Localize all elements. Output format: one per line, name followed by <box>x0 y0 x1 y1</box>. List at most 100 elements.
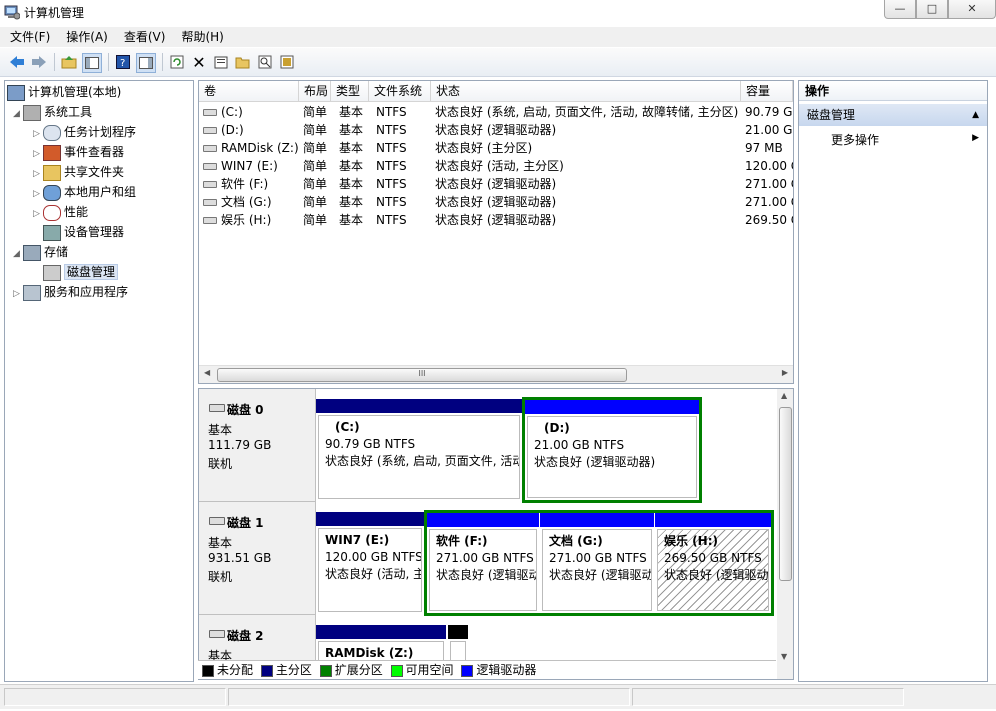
column-type[interactable]: 类型 <box>331 81 369 101</box>
tree-item-local-users[interactable]: ▷ 本地用户和组 <box>33 183 136 201</box>
tree-item-shared-folders[interactable]: ▷ 共享文件夹 <box>33 163 124 181</box>
table-row[interactable]: (C:) 简单 基本 NTFS 状态良好 (系统, 启动, 页面文件, 活动, 故障转储… <box>199 103 793 121</box>
scroll-right-icon[interactable]: ▶ <box>782 368 788 377</box>
tree-item-disk-management[interactable]: 磁盘管理 <box>43 263 119 281</box>
drive-icon <box>203 163 217 170</box>
volume-h[interactable]: 娱乐 (H:)269.50 GB NTFS状态良好 (逻辑驱动器) <box>655 513 771 613</box>
table-row[interactable]: WIN7 (E:) 简单基本 NTFS 状态良好 (活动, 主分区) 120.00 GB <box>199 157 793 175</box>
volume-g[interactable]: 文档 (G:)271.00 GB NTFS状态良好 (逻辑驱动器) <box>540 513 654 613</box>
open-icon[interactable] <box>234 53 252 71</box>
maximize-button[interactable]: □ <box>916 0 948 19</box>
table-row[interactable]: 娱乐 (H:) 简单基本 NTFS 状态良好 (逻辑驱动器) 269.50 GB <box>199 211 793 229</box>
disk-0-label[interactable]: 磁盘 0 基本 111.79 GB 联机 <box>199 389 316 502</box>
cell-status: 状态良好 (系统, 启动, 页面文件, 活动, 故障转储, 主分区) <box>435 105 739 119</box>
cell: NTFS <box>376 139 407 157</box>
tree-item-performance[interactable]: ▷ 性能 <box>33 203 88 221</box>
legend-free: 可用空间 <box>390 661 454 679</box>
cell: 简单 <box>303 139 327 157</box>
actions-header: 操作 <box>799 81 987 101</box>
expand-arrow-icon[interactable]: ▷ <box>33 185 43 203</box>
volume-e[interactable]: WIN7 (E:) 120.00 GB NTFS 状态良好 (活动, 主 <box>316 512 424 614</box>
storage-icon <box>23 244 41 261</box>
up-folder-icon[interactable] <box>60 53 78 71</box>
show-hide-action-icon[interactable] <box>136 53 156 73</box>
title-bar: 计算机管理 — □ ✕ <box>0 0 996 24</box>
status-panel-1 <box>4 688 226 706</box>
collapse-arrow-icon[interactable]: ◢ <box>13 245 23 263</box>
minimize-button[interactable]: — <box>884 0 916 19</box>
column-layout[interactable]: 布局 <box>299 81 331 101</box>
device-manager-icon <box>43 224 61 241</box>
menu-file[interactable]: 文件(F) <box>4 27 56 47</box>
disk-icon <box>209 630 225 638</box>
cell: 基本 <box>339 175 363 193</box>
more-actions[interactable]: 更多操作 <box>831 131 879 149</box>
scroll-down-icon[interactable]: ▼ <box>781 652 787 661</box>
cell: WIN7 (E:) <box>203 157 299 175</box>
close-button[interactable]: ✕ <box>948 0 996 19</box>
volume-f[interactable]: 软件 (F:)271.00 GB NTFS状态良好 (逻辑驱动器) <box>427 513 539 613</box>
menu-view[interactable]: 查看(V) <box>118 27 172 47</box>
scroll-left-icon[interactable]: ◀ <box>204 368 210 377</box>
disk-1-label[interactable]: 磁盘 1 基本 931.51 GB 联机 <box>199 502 316 615</box>
table-row[interactable]: (D:) 简单基本 NTFS 状态良好 (逻辑驱动器) 21.00 GB <box>199 121 793 139</box>
column-status[interactable]: 状态 <box>431 81 741 101</box>
tree-item-services[interactable]: ▷ 服务和应用程序 <box>13 283 128 301</box>
cell: (C:) <box>203 103 299 121</box>
tree-item-storage[interactable]: ◢ 存储 <box>13 243 68 261</box>
scroll-thumb[interactable] <box>779 407 792 581</box>
tree-item-root[interactable]: 计算机管理(本地) <box>7 83 121 101</box>
column-volume[interactable]: 卷 <box>199 81 299 101</box>
table-row[interactable]: RAMDisk (Z:) 简单 基本 NTFS 状态良好 (主分区) 97 MB <box>199 139 793 157</box>
expand-arrow-icon[interactable]: ▷ <box>33 165 43 183</box>
cell-status: 状态良好 (逻辑驱动器) <box>435 195 557 209</box>
expand-arrow-icon[interactable]: ▷ <box>33 145 43 163</box>
tree-item-system-tools[interactable]: ◢ 系统工具 <box>13 103 92 121</box>
table-row[interactable]: 软件 (F:) 简单基本 NTFS 状态良好 (逻辑驱动器) 271.00 GB <box>199 175 793 193</box>
cell: 娱乐 (H:) <box>203 211 299 229</box>
cell: NTFS <box>376 175 407 193</box>
tree-item-event-viewer[interactable]: ▷ 事件查看器 <box>33 143 124 161</box>
table-row[interactable]: 文档 (G:) 简单基本 NTFS 状态良好 (逻辑驱动器) 271.00 GB <box>199 193 793 211</box>
expand-arrow-icon[interactable]: ▷ <box>13 285 23 303</box>
cell-type: 基本 <box>339 105 364 119</box>
menu-help[interactable]: 帮助(H) <box>175 27 229 47</box>
tree-item-device-manager[interactable]: 设备管理器 <box>43 223 124 241</box>
cell-status: 状态良好 (逻辑驱动器) <box>435 213 557 227</box>
column-filesystem[interactable]: 文件系统 <box>369 81 431 101</box>
shared-folder-icon <box>43 164 61 181</box>
volume-d[interactable]: (D:) 21.00 GB NTFS 状态良好 (逻辑驱动器) <box>522 397 702 503</box>
cell-layout: 简单 <box>303 195 328 209</box>
back-icon[interactable] <box>8 53 26 71</box>
cell: 简单 <box>303 103 327 121</box>
delete-icon[interactable]: ✕ <box>190 53 208 72</box>
tree-item-task-scheduler[interactable]: ▷ 任务计划程序 <box>33 123 136 141</box>
cell-layout: 简单 <box>303 123 328 137</box>
expand-arrow-icon[interactable]: ▷ <box>33 125 43 143</box>
legend: 未分配 主分区 扩展分区 可用空间 逻辑驱动器 <box>198 660 776 679</box>
refresh-icon[interactable] <box>168 53 186 71</box>
collapse-arrow-icon[interactable]: ◢ <box>13 105 23 123</box>
expand-arrow-icon[interactable]: ▷ <box>33 205 43 223</box>
drive-icon <box>203 217 217 224</box>
menu-action[interactable]: 操作(A) <box>60 27 114 47</box>
cell-capacity: 271.00 GB <box>745 177 793 191</box>
vertical-scrollbar[interactable]: ▲ ▼ <box>777 389 793 679</box>
cell-status: 状态良好 (逻辑驱动器) <box>435 123 557 137</box>
cell: 状态良好 (逻辑驱动器) <box>435 193 556 211</box>
collapse-up-icon[interactable]: ▲ <box>972 104 979 126</box>
submenu-arrow-icon[interactable]: ▶ <box>972 133 979 143</box>
help-icon[interactable]: ? <box>114 53 132 71</box>
actions-section-disk-management[interactable]: 磁盘管理 ▲ <box>799 104 987 126</box>
search-icon[interactable] <box>256 53 274 71</box>
scroll-up-icon[interactable]: ▲ <box>781 391 787 400</box>
horizontal-scrollbar[interactable]: ◀ III ▶ <box>199 365 793 383</box>
volume-c[interactable]: (C:) 90.79 GB NTFS 状态良好 (系统, 启动, 页面文件, 活动 <box>316 399 522 501</box>
column-capacity[interactable]: 容量 <box>741 81 793 101</box>
performance-icon <box>43 204 61 221</box>
properties-icon[interactable] <box>212 53 230 71</box>
scroll-thumb[interactable]: III <box>217 368 627 382</box>
forward-icon[interactable] <box>30 53 48 71</box>
show-hide-tree-icon[interactable] <box>82 53 102 73</box>
export-icon[interactable] <box>278 53 296 71</box>
